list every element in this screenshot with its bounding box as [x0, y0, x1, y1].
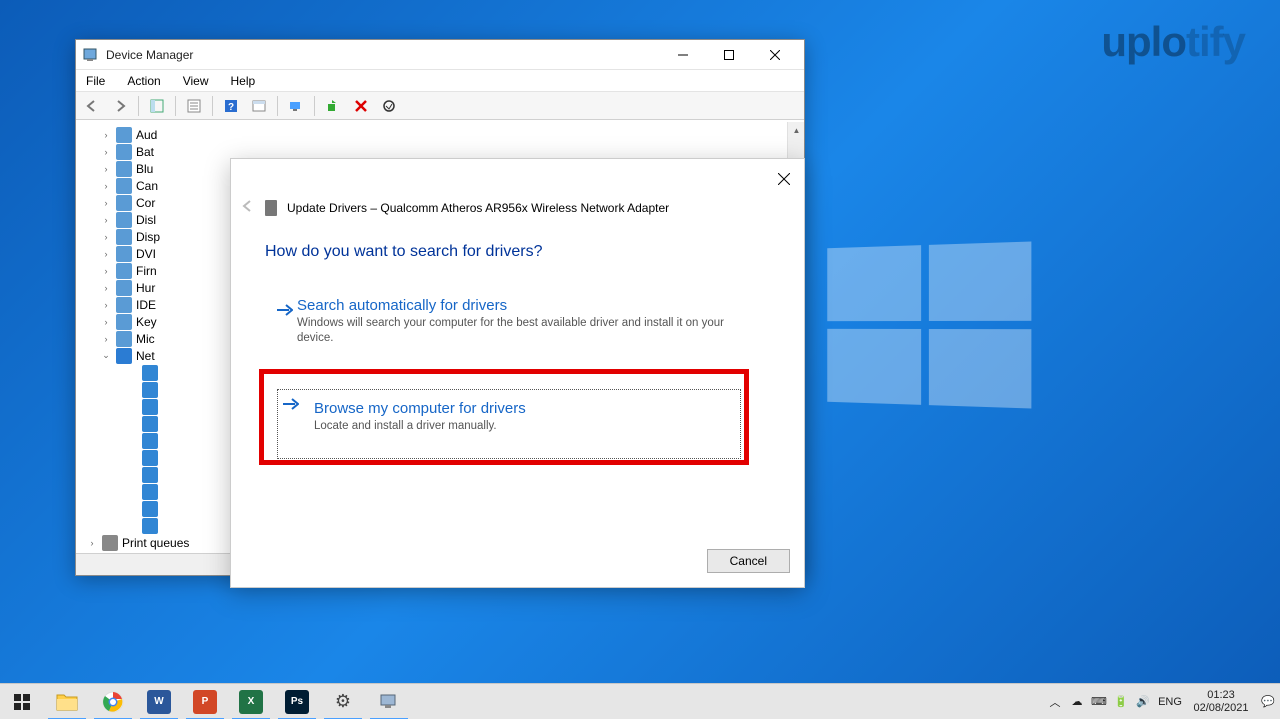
- taskbar: WPXPs⚙ ︿ ☁ ⌨ 🔋 🔊 ENG 01:23 02/08/2021 💬: [0, 683, 1280, 719]
- menubar: File Action View Help: [76, 70, 804, 92]
- device-icon: [265, 200, 277, 216]
- svg-text:?: ?: [228, 102, 234, 113]
- taskbar-app-photoshop[interactable]: Ps: [274, 684, 320, 719]
- tray-chevron-icon[interactable]: ︿: [1044, 694, 1066, 710]
- menu-action[interactable]: Action: [123, 72, 164, 90]
- maximize-button[interactable]: [706, 41, 752, 69]
- tray-action-center-icon[interactable]: 💬: [1256, 695, 1280, 708]
- arrow-icon: [277, 303, 293, 322]
- properties-button[interactable]: [182, 94, 206, 118]
- dialog-back-button[interactable]: [241, 199, 255, 216]
- taskbar-app-file-explorer[interactable]: [44, 684, 90, 719]
- toolbar: ?: [76, 92, 804, 120]
- taskbar-app-powerpoint[interactable]: P: [182, 684, 228, 719]
- back-button[interactable]: [80, 94, 104, 118]
- arrow-icon: [283, 397, 299, 416]
- tray-keyboard-icon[interactable]: ⌨: [1088, 695, 1110, 708]
- close-button[interactable]: [752, 41, 798, 69]
- dialog-title: Update Drivers – Qualcomm Atheros AR956x…: [287, 201, 669, 215]
- option2-desc: Locate and install a driver manually.: [314, 419, 734, 434]
- windows-desktop-logo: [827, 241, 1031, 408]
- window-title: Device Manager: [106, 48, 193, 62]
- tray-onedrive-icon[interactable]: ☁: [1066, 695, 1088, 708]
- tray-battery-icon[interactable]: 🔋: [1110, 695, 1132, 708]
- dialog-close-button[interactable]: [772, 167, 796, 191]
- taskbar-app-word[interactable]: W: [136, 684, 182, 719]
- taskbar-app-settings[interactable]: ⚙: [320, 684, 366, 719]
- minimize-button[interactable]: [660, 41, 706, 69]
- tree-item[interactable]: ›Aud: [100, 126, 804, 143]
- taskbar-app-excel[interactable]: X: [228, 684, 274, 719]
- menu-file[interactable]: File: [82, 72, 109, 90]
- option2-title: Browse my computer for drivers: [314, 400, 734, 417]
- dialog-headline: How do you want to search for drivers?: [265, 243, 542, 261]
- show-hide-tree-button[interactable]: [145, 94, 169, 118]
- forward-button[interactable]: [108, 94, 132, 118]
- titlebar[interactable]: Device Manager: [76, 40, 804, 70]
- device-manager-window: Device Manager File Action View Help ?: [75, 39, 805, 576]
- update-driver-button[interactable]: [321, 94, 345, 118]
- watermark: uplotify: [1101, 18, 1245, 66]
- taskbar-app-chrome[interactable]: [90, 684, 136, 719]
- scroll-up-icon[interactable]: ▲: [788, 122, 804, 139]
- cancel-button[interactable]: Cancel: [707, 549, 790, 573]
- taskbar-app-device-manager[interactable]: [366, 684, 412, 719]
- menu-help[interactable]: Help: [227, 72, 260, 90]
- option-browse-computer[interactable]: Browse my computer for drivers Locate an…: [265, 377, 753, 477]
- option1-title: Search automatically for drivers: [297, 297, 737, 314]
- scan-hardware-button[interactable]: [284, 94, 308, 118]
- help-button[interactable]: ?: [219, 94, 243, 118]
- start-button[interactable]: [0, 684, 44, 719]
- app-icon: [82, 47, 98, 63]
- uninstall-button[interactable]: [349, 94, 373, 118]
- disable-button[interactable]: [377, 94, 401, 118]
- action-button[interactable]: [247, 94, 271, 118]
- option1-desc: Windows will search your computer for th…: [297, 316, 737, 346]
- menu-view[interactable]: View: [179, 72, 213, 90]
- update-drivers-dialog: Update Drivers – Qualcomm Atheros AR956x…: [230, 158, 805, 588]
- tray-volume-icon[interactable]: 🔊: [1132, 695, 1154, 708]
- tray-clock[interactable]: 01:23 02/08/2021: [1186, 689, 1256, 714]
- option-search-automatically[interactable]: Search automatically for drivers Windows…: [277, 297, 737, 346]
- system-tray: ︿ ☁ ⌨ 🔋 🔊 ENG 01:23 02/08/2021 💬: [1044, 684, 1280, 719]
- tray-language[interactable]: ENG: [1154, 696, 1186, 708]
